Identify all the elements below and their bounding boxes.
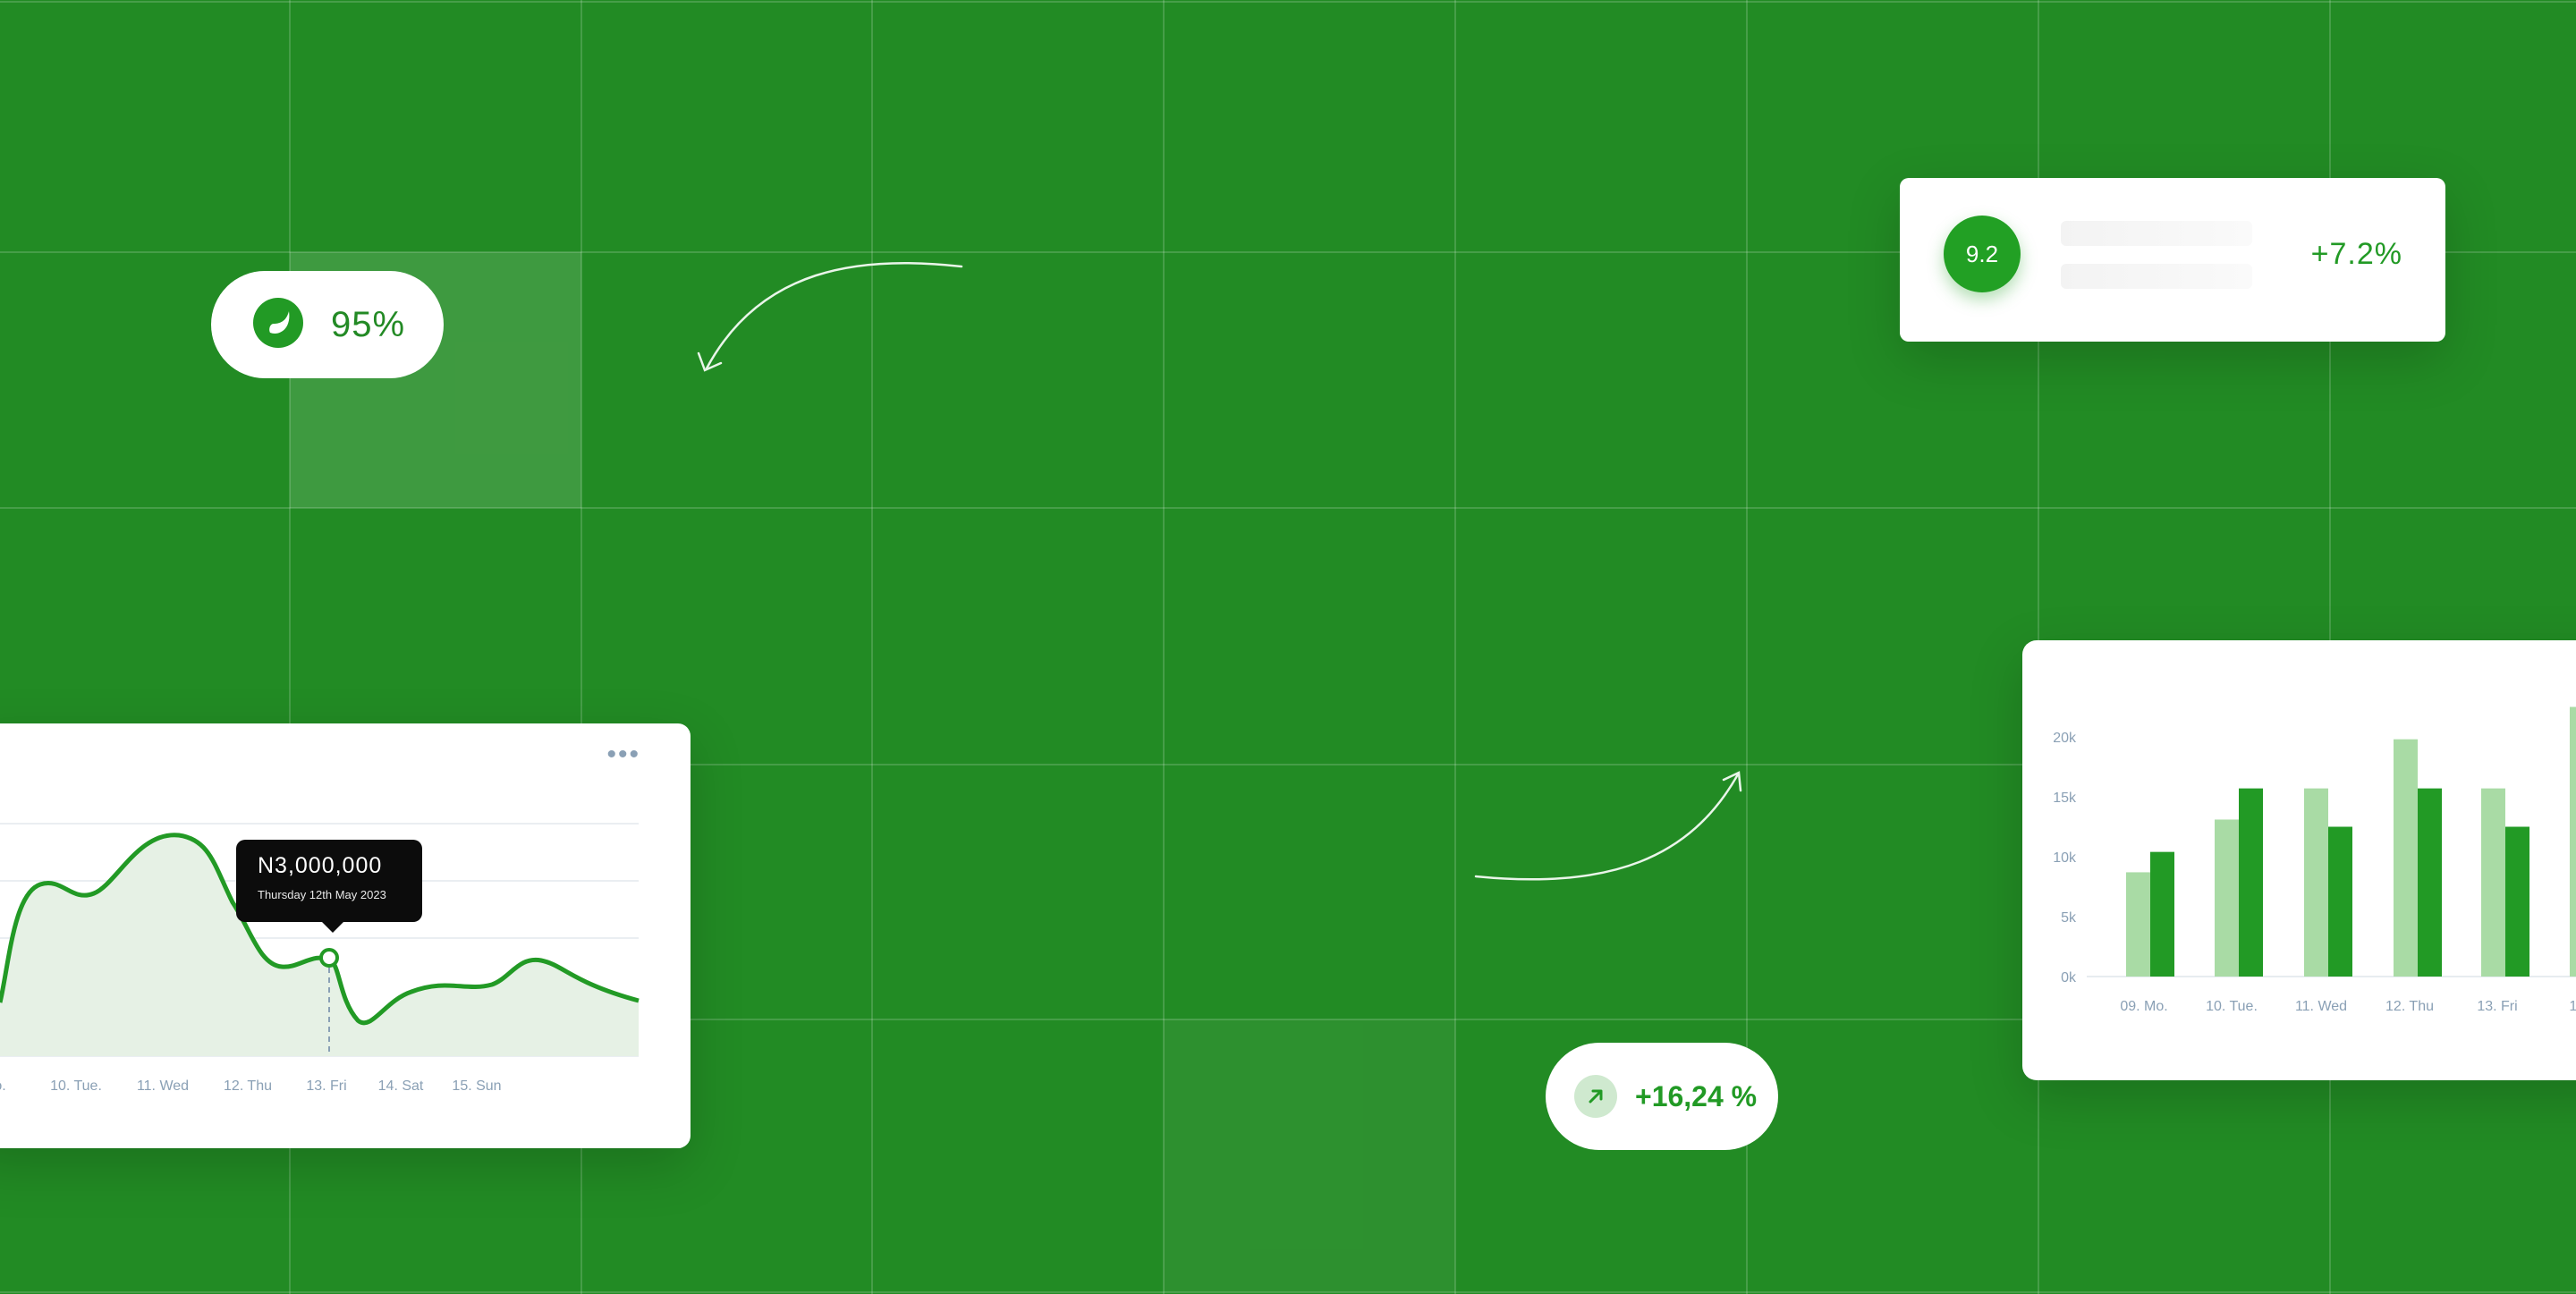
bar-light xyxy=(2394,739,2418,977)
chart-tooltip: N3,000,000 Thursday 12th May 2023 xyxy=(236,840,422,933)
x-tick-label: 12. Thu xyxy=(224,1078,272,1094)
line-chart-card: o. 10. Tue. 11. Wed 12. Thu 13. Fri 14. Sat 15… xyxy=(0,723,691,1148)
x-tick-label: 14. Sat xyxy=(378,1078,424,1094)
skeleton-line xyxy=(2061,221,2252,246)
arrow-up-right-icon xyxy=(1574,1075,1617,1118)
x-tick-label: o. xyxy=(0,1078,6,1094)
curved-arrow-left xyxy=(705,261,963,370)
leaf-icon xyxy=(252,297,304,353)
bar-dark xyxy=(2505,826,2529,977)
line-chart: o. 10. Tue. 11. Wed 12. Thu 13. Fri 14. Sat 15… xyxy=(0,823,640,1094)
curved-arrow-right-head xyxy=(1722,771,1742,792)
highlight-point xyxy=(319,948,339,968)
completion-pill: 95% xyxy=(211,271,444,378)
x-tick-label: 12. Thu xyxy=(2385,999,2434,1014)
x-tick-label: 10. Tue. xyxy=(50,1078,102,1094)
bar-dark xyxy=(2150,851,2174,977)
bar-dark xyxy=(2239,788,2263,977)
bar-dark xyxy=(2418,788,2442,977)
bar-light xyxy=(2304,788,2328,977)
y-tick-label: 15k xyxy=(2053,791,2077,806)
x-tick-label: 11. Wed xyxy=(137,1078,189,1094)
y-tick-label: 0k xyxy=(2061,970,2077,985)
score-badge: 9.2 xyxy=(1944,216,2021,292)
tooltip-date: Thursday 12th May 2023 xyxy=(258,888,386,901)
bar-light xyxy=(2215,819,2239,977)
x-tick-label: 10. Tue. xyxy=(2206,999,2258,1014)
x-tick-label: 13. Fri xyxy=(2477,999,2517,1014)
score-delta: +7.2% xyxy=(2310,237,2402,271)
bar-dark xyxy=(2328,826,2352,977)
score-card: 9.2 +7.2% xyxy=(1900,178,2445,342)
y-tick-label: 10k xyxy=(2053,850,2077,866)
completion-value: 95% xyxy=(331,304,406,344)
x-tick-label: 11. Wed xyxy=(2295,999,2347,1014)
tooltip-amount: N3,000,000 xyxy=(258,853,383,878)
x-tick-label: 13. Fri xyxy=(306,1078,346,1094)
growth-value: +16,24 % xyxy=(1635,1079,1758,1112)
y-tick-label: 20k xyxy=(2053,731,2077,746)
bar-chart: 0k 5k 10k 15k 20k 09. Mo. 10. Tue. 11. Wed 12. … xyxy=(2053,706,2576,1014)
x-tick-label: 14. S xyxy=(2569,999,2576,1014)
x-tick-label: 09. Mo. xyxy=(2120,999,2167,1014)
more-horizontal-icon[interactable]: ••• xyxy=(606,740,640,770)
bar-light xyxy=(2126,872,2150,977)
y-tick-label: 5k xyxy=(2061,910,2077,926)
x-tick-label: 15. Sun xyxy=(452,1078,501,1094)
growth-pill: +16,24 % xyxy=(1546,1043,1778,1150)
bar-light xyxy=(2481,788,2505,977)
bar-light xyxy=(2570,706,2576,977)
curved-arrow-right xyxy=(1474,773,1740,881)
skeleton-line xyxy=(2061,264,2252,289)
bar-chart-card: 0k 5k 10k 15k 20k 09. Mo. 10. Tue. 11. Wed 12. … xyxy=(2022,640,2576,1080)
